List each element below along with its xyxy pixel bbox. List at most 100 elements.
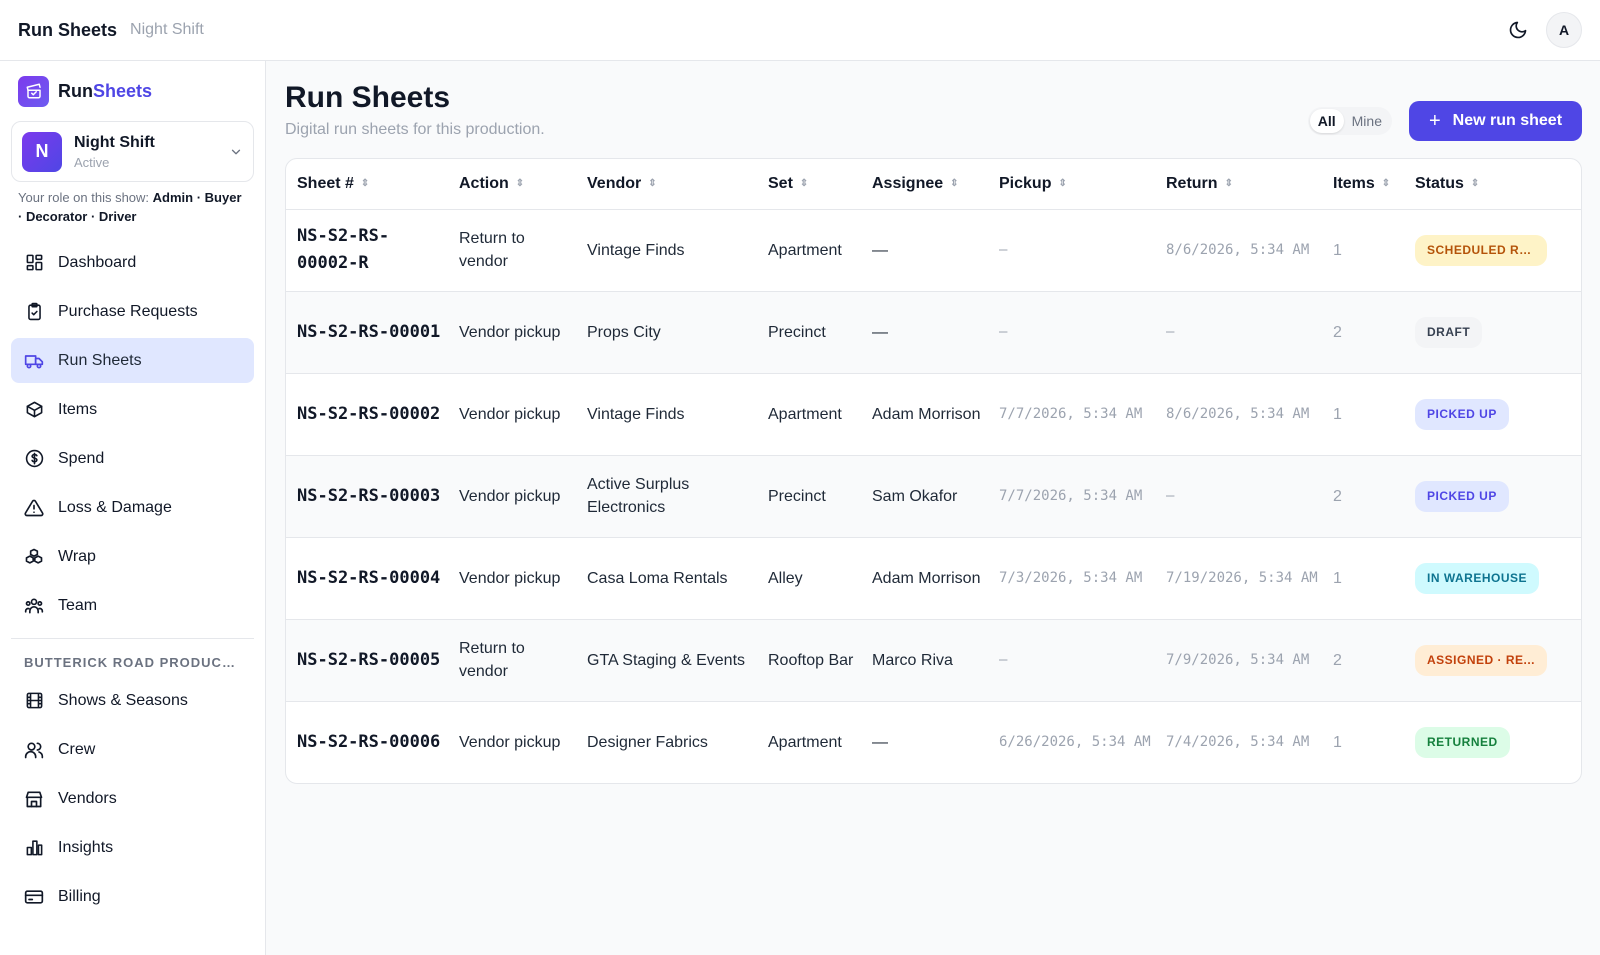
filter-mine[interactable]: Mine: [1344, 109, 1390, 133]
table-row[interactable]: NS-S2-RS-00005 Return to vendor GTA Stagin…: [286, 619, 1581, 702]
column-header-vendor[interactable]: Vendor ⇕: [576, 159, 757, 210]
box-icon: [24, 400, 44, 420]
filter-all[interactable]: All: [1309, 109, 1344, 133]
column-header-pickup[interactable]: Pickup ⇕: [988, 159, 1155, 210]
show-switcher[interactable]: N Night Shift Active: [11, 121, 254, 182]
sort-icon: ⇕: [799, 178, 809, 190]
sidebar-item-label: Loss & Damage: [58, 498, 172, 516]
cell-action: Return to vendor: [448, 619, 576, 702]
sidebar-item-label: Shows & Seasons: [58, 691, 188, 709]
cell-return: –: [1155, 455, 1322, 538]
column-header-label: Vendor: [587, 174, 642, 192]
sidebar-item-team[interactable]: Team: [11, 583, 254, 628]
sidebar-item-label: Wrap: [58, 547, 96, 565]
sidebar-item-insights[interactable]: Insights: [11, 825, 254, 870]
org-nav: Shows & Seasons Crew Vendors Insights Bi…: [11, 678, 254, 919]
cell-assignee: Marco Riva: [861, 619, 988, 702]
cell-status: DRAFT: [1404, 291, 1581, 374]
column-header-sheet[interactable]: Sheet # ⇕: [286, 159, 448, 210]
cell-assignee: Adam Morrison: [861, 373, 988, 456]
cell-pickup: –: [988, 209, 1155, 292]
cell-status: IN WAREHOUSE: [1404, 537, 1581, 620]
sidebar-item-billing[interactable]: Billing: [11, 874, 254, 919]
chevron-down-icon: [231, 149, 241, 154]
cell-return: 8/6/2026, 5:34 AM: [1155, 209, 1322, 292]
column-header-return[interactable]: Return ⇕: [1155, 159, 1322, 210]
table-row[interactable]: NS-S2-RS-00002 Vendor pickup Vintage Finds…: [286, 373, 1581, 456]
cell-assignee: Adam Morrison: [861, 537, 988, 620]
cell-vendor: Casa Loma Rentals: [576, 537, 757, 620]
table-row[interactable]: NS-S2-RS-00001 Vendor pickup Props City Pre…: [286, 291, 1581, 374]
sidebar-item-label: Crew: [58, 740, 96, 758]
column-header-label: Items: [1333, 174, 1375, 192]
brand-name-part1: Run: [58, 80, 93, 101]
cell-action: Vendor pickup: [448, 373, 576, 456]
cell-status: SCHEDULED RE...: [1404, 209, 1581, 292]
bar-chart-icon: [24, 838, 44, 858]
cell-return: –: [1155, 291, 1322, 374]
cell-assignee: —: [861, 291, 988, 374]
column-header-items[interactable]: Items ⇕: [1322, 159, 1404, 210]
cell-return: 7/4/2026, 5:34 AM: [1166, 734, 1310, 751]
cell-status: ASSIGNED · RE...: [1404, 619, 1581, 702]
cell-pickup: 6/26/2026, 5:34 AM: [999, 734, 1151, 751]
sidebar-item-items[interactable]: Items: [11, 387, 254, 432]
column-header-assignee[interactable]: Assignee ⇕: [861, 159, 988, 210]
sidebar-item-shows-seasons[interactable]: Shows & Seasons: [11, 678, 254, 723]
show-avatar: N: [22, 131, 62, 172]
cell-assignee: —: [872, 733, 888, 751]
cell-items: 1: [1333, 733, 1342, 751]
cell-vendor: Designer Fabrics: [587, 733, 708, 751]
cell-vendor: Vintage Finds: [576, 209, 757, 292]
sidebar-item-wrap[interactable]: Wrap: [11, 534, 254, 579]
role-line: Your role on this show: Admin · Buyer · …: [11, 182, 254, 226]
run-sheets-table: Sheet # ⇕ Action ⇕ Vendor ⇕ Set ⇕ Assignee ⇕ …: [285, 158, 1582, 784]
new-run-sheet-label: New run sheet: [1452, 112, 1563, 129]
sidebar-item-purchase-requests[interactable]: Purchase Requests: [11, 289, 254, 334]
brand[interactable]: RunSheets: [11, 61, 254, 121]
dashboard-icon: [24, 253, 44, 273]
cell-vendor: GTA Staging & Events: [576, 619, 757, 702]
cell-sheet: NS-S2-RS-00004: [286, 537, 448, 620]
sidebar-item-dashboard[interactable]: Dashboard: [11, 240, 254, 285]
new-run-sheet-button[interactable]: + New run sheet: [1409, 101, 1582, 141]
dollar-circle-icon: [24, 449, 44, 469]
cell-items: 2: [1322, 291, 1404, 374]
table-row[interactable]: NS-S2-RS-00002-R Return to vendor Vintage …: [286, 209, 1581, 292]
cell-action: Vendor pickup: [448, 455, 576, 538]
sidebar-item-loss-damage[interactable]: Loss & Damage: [11, 485, 254, 530]
cell-set: Apartment: [757, 373, 861, 456]
cell-vendor: Active Surplus Electronics: [576, 455, 757, 538]
column-header-status[interactable]: Status ⇕: [1404, 159, 1581, 210]
sidebar-item-run-sheets[interactable]: Run Sheets: [11, 338, 254, 383]
status-badge: PICKED UP: [1415, 480, 1509, 512]
column-header-set[interactable]: Set ⇕: [757, 159, 861, 210]
sidebar-item-label: Team: [58, 596, 98, 614]
team-icon: [24, 596, 44, 616]
table-row[interactable]: NS-S2-RS-00003 Vendor pickup Active Surplu…: [286, 455, 1581, 538]
cell-action: Vendor pickup: [448, 291, 576, 374]
cell-action: Vendor pickup: [459, 733, 561, 751]
sidebar-item-crew[interactable]: Crew: [11, 727, 254, 772]
column-header-action[interactable]: Action ⇕: [448, 159, 576, 210]
cell-sheet: NS-S2-RS-00003: [286, 455, 448, 538]
cell-pickup: –: [988, 291, 1155, 374]
sort-icon: ⇕: [1470, 178, 1480, 190]
show-switcher-status: Active: [74, 154, 110, 170]
user-avatar[interactable]: A: [1546, 12, 1582, 48]
cell-sheet: NS-S2-RS-00002: [286, 373, 448, 456]
sidebar-item-vendors[interactable]: Vendors: [11, 776, 254, 821]
storefront-icon: [24, 789, 44, 809]
sidebar-item-spend[interactable]: Spend: [11, 436, 254, 481]
table-row[interactable]: NS-S2-RS-00006 Vendor pickup Designer Fabr…: [286, 701, 1581, 783]
cell-status: PICKED UP: [1404, 455, 1581, 538]
sort-icon: ⇕: [360, 178, 370, 190]
brand-name: RunSheets: [58, 81, 152, 102]
show-switcher-name: Night Shift: [74, 133, 155, 151]
table-row[interactable]: NS-S2-RS-00004 Vendor pickup Casa Loma Ren…: [286, 537, 1581, 620]
dark-mode-toggle[interactable]: [1500, 12, 1536, 48]
cell-pickup: –: [988, 619, 1155, 702]
role-prefix: Your role on this show:: [18, 190, 150, 205]
column-header-label: Assignee: [872, 174, 944, 192]
boxes-stack-icon: [24, 547, 44, 567]
